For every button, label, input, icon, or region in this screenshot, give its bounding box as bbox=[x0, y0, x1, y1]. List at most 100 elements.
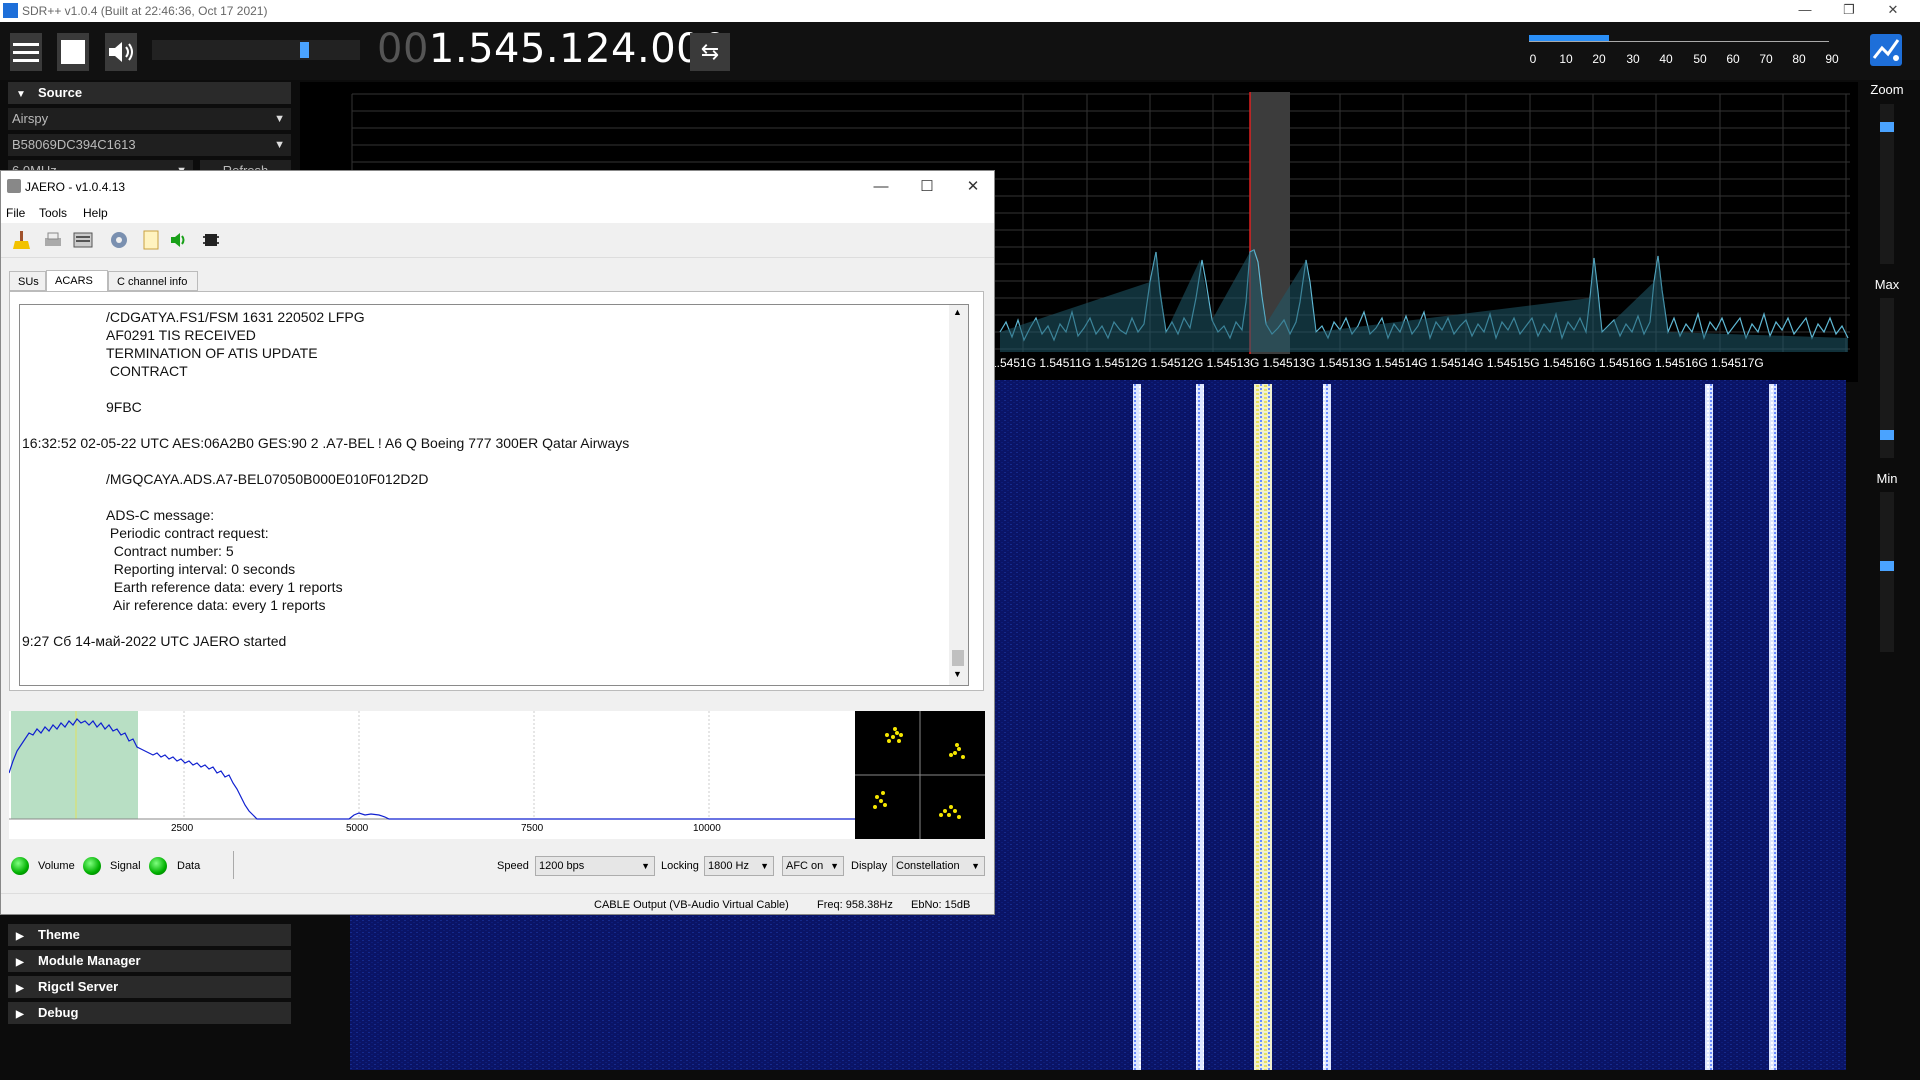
scroll-down-icon[interactable]: ▼ bbox=[953, 669, 962, 679]
jaero-window-title: JAERO - v1.0.4.13 bbox=[25, 180, 126, 194]
theme-header[interactable]: ▶ Theme bbox=[8, 924, 291, 946]
jaero-toolbar bbox=[1, 223, 994, 258]
menu-icon bbox=[13, 43, 39, 62]
menu-tools[interactable]: Tools bbox=[39, 206, 67, 220]
max-label: Max bbox=[1874, 277, 1900, 292]
chevron-down-icon: ▼ bbox=[274, 139, 285, 151]
locking-select[interactable]: 1800 Hz ▼ bbox=[704, 856, 774, 876]
snr-tick: 50 bbox=[1693, 52, 1707, 66]
min-slider[interactable] bbox=[1880, 492, 1894, 652]
clear-broom-icon[interactable] bbox=[11, 230, 31, 250]
display-value: Constellation bbox=[896, 860, 960, 872]
sdr-minimize-button[interactable]: — bbox=[1785, 0, 1825, 22]
afc-value: AFC on bbox=[786, 860, 824, 872]
constellation-plot bbox=[855, 711, 985, 839]
chevron-down-icon: ▼ bbox=[641, 861, 650, 871]
signal-indicator-label: Signal bbox=[110, 860, 141, 872]
db-tick: -5 bbox=[300, 88, 315, 105]
status-ebno: EbNo: 15dB bbox=[911, 899, 971, 911]
spectrum-tick: 5000 bbox=[346, 823, 369, 834]
source-header[interactable]: ▼ Source bbox=[8, 82, 291, 104]
spectrum-tick: 2500 bbox=[171, 823, 194, 834]
controls-divider bbox=[233, 851, 234, 879]
acars-log-text[interactable]: /CDGATYA.FS1/FSM 1631 220502 LFPG AF0291… bbox=[19, 304, 951, 686]
source-device-select[interactable]: Airspy ▼ bbox=[8, 108, 291, 130]
expand-triangle-icon: ▶ bbox=[16, 983, 24, 994]
menu-help[interactable]: Help bbox=[83, 206, 108, 220]
log-line: /CDGATYA.FS1/FSM 1631 220502 LFPG bbox=[106, 309, 365, 325]
data-indicator-icon bbox=[149, 857, 167, 875]
afc-select[interactable]: AFC on ▼ bbox=[782, 856, 844, 876]
locking-label: Locking bbox=[661, 860, 699, 872]
print-icon[interactable] bbox=[43, 230, 63, 250]
audio-spectrum: 2500 5000 7500 10000 bbox=[8, 711, 855, 839]
scroll-up-icon[interactable]: ▲ bbox=[953, 307, 962, 317]
mute-button[interactable] bbox=[105, 33, 137, 71]
menu-file[interactable]: File bbox=[6, 206, 25, 220]
status-output: CABLE Output (VB-Audio Virtual Cable) bbox=[594, 899, 789, 911]
hamburger-menu-button[interactable] bbox=[10, 33, 42, 71]
tab-sus[interactable]: SUs bbox=[9, 271, 46, 291]
snr-tick: 40 bbox=[1659, 52, 1673, 66]
log-file-icon[interactable] bbox=[141, 230, 161, 250]
collapse-triangle-icon: ▼ bbox=[16, 89, 26, 100]
min-slider-knob[interactable] bbox=[1880, 561, 1894, 571]
speaker-icon bbox=[109, 42, 133, 62]
zoom-slider[interactable] bbox=[1880, 104, 1894, 264]
tab-c-channel-info[interactable]: C channel info bbox=[108, 271, 198, 291]
zoom-label: Zoom bbox=[1870, 82, 1904, 97]
source-serial-select[interactable]: B58069DC394C1613 ▼ bbox=[8, 134, 291, 156]
log-line: /MGQCAYA.ADS.A7-BEL07050B000E010F012D2D bbox=[106, 471, 429, 487]
rigctl-server-header[interactable]: ▶ Rigctl Server bbox=[8, 976, 291, 998]
frequency-axis: 1.5451G 1.54511G 1.54512G 1.54512G 1.545… bbox=[990, 356, 1764, 370]
data-indicator-label: Data bbox=[177, 860, 201, 872]
sdr-close-button[interactable]: ✕ bbox=[1873, 0, 1913, 22]
zoom-slider-knob[interactable] bbox=[1880, 122, 1894, 132]
swap-icon: ⇆ bbox=[700, 39, 720, 64]
gear-icon[interactable] bbox=[109, 230, 129, 250]
volume-indicator-icon bbox=[11, 857, 29, 875]
volume-indicator-label: Volume bbox=[38, 860, 75, 872]
jaero-minimize-button[interactable]: — bbox=[858, 171, 904, 203]
jaero-statusbar: CABLE Output (VB-Audio Virtual Cable) Fr… bbox=[1, 893, 994, 916]
log-line: CONTRACT bbox=[106, 363, 188, 379]
frequency-display[interactable]: 001.545.124.000 bbox=[377, 26, 728, 72]
jaero-controls: Volume Signal Data Speed 1200 bps ▼ Locki… bbox=[1, 849, 994, 883]
log-scrollbar[interactable]: ▲ ▼ bbox=[949, 304, 969, 686]
swap-button[interactable]: ⇆ bbox=[690, 33, 730, 71]
module-manager-header[interactable]: ▶ Module Manager bbox=[8, 950, 291, 972]
jaero-window: JAERO - v1.0.4.13 — ☐ ✕ File Tools Help … bbox=[0, 170, 995, 915]
sdr-maximize-button[interactable]: ❐ bbox=[1829, 0, 1869, 22]
log-line: ADS-C message: bbox=[106, 507, 215, 523]
sdr-window-title: SDR++ v1.0.4 (Built at 22:46:36, Oct 17 … bbox=[22, 4, 268, 18]
log-line: 16:32:52 02-05-22 UTC AES:06A2B0 GES:90 … bbox=[22, 435, 630, 451]
chevron-down-icon: ▼ bbox=[830, 861, 839, 871]
snr-tick: 10 bbox=[1559, 52, 1573, 66]
jaero-close-button[interactable]: ✕ bbox=[950, 171, 996, 203]
max-slider[interactable] bbox=[1880, 298, 1894, 458]
log-line: TERMINATION OF ATIS UPDATE bbox=[106, 345, 318, 361]
chip-icon[interactable] bbox=[201, 230, 221, 250]
play-stop-button[interactable] bbox=[57, 33, 89, 71]
volume-slider[interactable] bbox=[152, 40, 360, 60]
speed-select[interactable]: 1200 bps ▼ bbox=[535, 856, 655, 876]
snr-tick: 30 bbox=[1626, 52, 1640, 66]
snr-tick: 0 bbox=[1529, 52, 1537, 66]
log-line: 9FBC bbox=[106, 399, 142, 415]
debug-header[interactable]: ▶ Debug bbox=[8, 1002, 291, 1024]
chevron-down-icon: ▼ bbox=[760, 861, 769, 871]
log-line: Earth reference data: every 1 reports bbox=[106, 579, 343, 595]
max-slider-knob[interactable] bbox=[1880, 430, 1894, 440]
tab-acars[interactable]: ACARS bbox=[46, 270, 108, 292]
display-select[interactable]: Constellation ▼ bbox=[892, 856, 985, 876]
jaero-maximize-button[interactable]: ☐ bbox=[904, 171, 950, 203]
sound-output-icon[interactable] bbox=[169, 230, 189, 250]
scroll-thumb[interactable] bbox=[952, 650, 964, 666]
volume-slider-knob[interactable] bbox=[300, 42, 309, 58]
constellation-display bbox=[855, 711, 985, 839]
debug-header-label: Debug bbox=[38, 1005, 79, 1020]
stop-icon bbox=[61, 40, 85, 64]
jaero-app-icon bbox=[7, 179, 21, 193]
source-header-label: Source bbox=[38, 85, 83, 100]
keyboard-icon[interactable] bbox=[73, 230, 93, 250]
